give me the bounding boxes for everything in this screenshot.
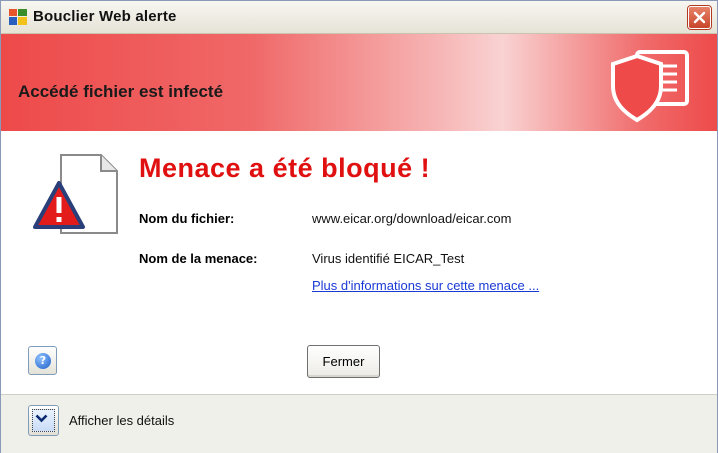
close-icon [693, 11, 706, 24]
file-name-label: Nom du fichier: [139, 211, 235, 226]
help-button[interactable]: ? [28, 346, 57, 375]
alert-window: Bouclier Web alerte Accédé fichier est i… [0, 0, 718, 453]
footer-bar: Afficher les détails [1, 394, 717, 453]
file-name-value: www.eicar.org/download/eicar.com [312, 211, 512, 226]
chevron-down-icon [35, 414, 48, 423]
help-icon: ? [35, 353, 51, 369]
warning-document-icon [33, 154, 118, 234]
blocked-headline: Menace a été bloqué ! [139, 153, 431, 183]
threat-name-label: Nom de la menace: [139, 251, 258, 266]
banner-heading: Accédé fichier est infecté [18, 82, 224, 101]
alert-banner: Accédé fichier est infecté [1, 34, 717, 131]
show-details-button[interactable] [28, 405, 59, 436]
app-icon [9, 9, 27, 25]
window-title: Bouclier Web alerte [33, 8, 177, 25]
title-bar[interactable]: Bouclier Web alerte [1, 1, 717, 34]
more-info-link[interactable]: Plus d'informations sur cette menace ... [312, 278, 539, 293]
shield-icon [611, 50, 689, 123]
close-button[interactable]: Fermer [307, 345, 380, 378]
show-details-label[interactable]: Afficher les détails [69, 413, 174, 428]
window-close-button[interactable] [688, 6, 711, 29]
threat-name-value: Virus identifié EICAR_Test [312, 251, 465, 266]
